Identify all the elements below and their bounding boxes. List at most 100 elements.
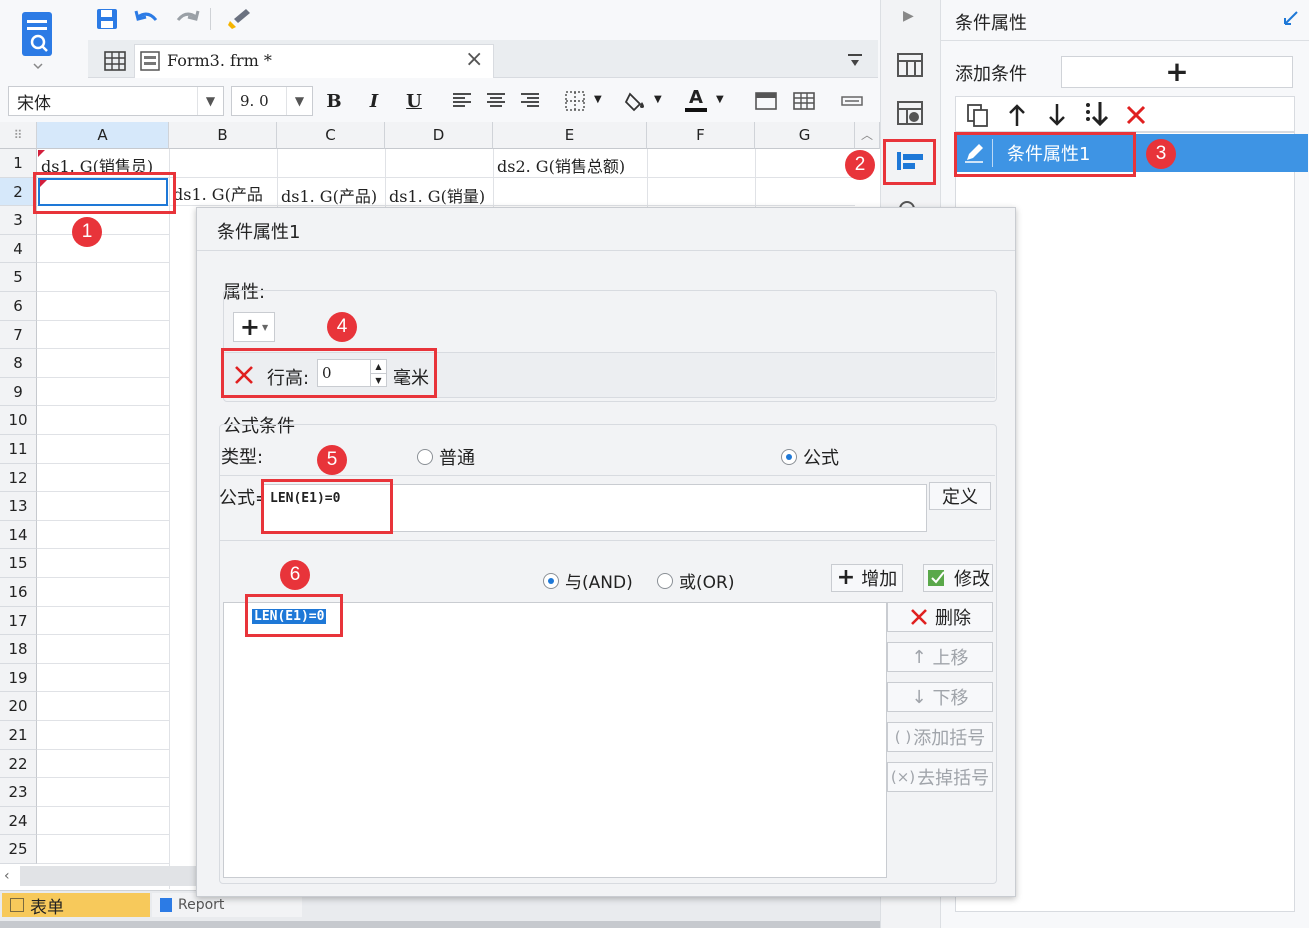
or-radio[interactable]: 或(OR): [657, 568, 734, 593]
row-header[interactable]: 12: [0, 463, 37, 493]
row-header[interactable]: 25: [0, 835, 37, 864]
grid-view-icon[interactable]: [100, 46, 130, 76]
column-header-g[interactable]: G: [755, 122, 855, 149]
font-color-button[interactable]: A: [682, 88, 710, 114]
and-radio[interactable]: 与(AND): [543, 568, 633, 593]
move-down-icon[interactable]: [1047, 102, 1067, 132]
grid-line: [37, 634, 169, 636]
column-header-d[interactable]: D: [385, 122, 493, 149]
cell-b2[interactable]: ds1. G(产品: [173, 181, 263, 205]
column-header-f[interactable]: F: [647, 122, 755, 149]
scroll-up-icon[interactable]: ︿: [855, 122, 880, 149]
row-header[interactable]: 8: [0, 349, 37, 378]
undo-icon[interactable]: [132, 4, 162, 34]
move-up-icon[interactable]: [1007, 102, 1027, 132]
chevron-down-icon[interactable]: ▼: [716, 94, 724, 105]
row-header[interactable]: 20: [0, 692, 37, 721]
row-header[interactable]: 17: [0, 606, 37, 636]
delete-icon[interactable]: [1125, 104, 1147, 130]
redo-icon[interactable]: [172, 4, 202, 34]
type-formula-radio[interactable]: 公式: [781, 444, 839, 470]
cell-e1[interactable]: ds2. G(销售总额): [497, 153, 625, 177]
border-icon[interactable]: [562, 88, 590, 114]
chevron-down-icon[interactable]: ▼: [654, 94, 662, 105]
move-up-button[interactable]: ↑ 上移: [887, 642, 993, 672]
delete-button[interactable]: 删除: [887, 602, 993, 632]
tab-menu-icon[interactable]: [840, 46, 870, 76]
column-header-e[interactable]: E: [493, 122, 647, 149]
grid-line: [37, 434, 169, 435]
grid-line: [37, 577, 169, 578]
bold-button[interactable]: B: [320, 88, 348, 114]
format-painter-icon[interactable]: [224, 4, 254, 34]
row-header[interactable]: 5: [0, 263, 37, 292]
chevron-down-icon[interactable]: ▼: [197, 87, 223, 115]
condition-list-box[interactable]: LEN(E1)=0: [223, 602, 887, 878]
row-header[interactable]: 4: [0, 234, 37, 264]
chevron-down-icon[interactable]: ▼: [286, 87, 312, 115]
tab-form3[interactable]: Form3. frm * ×: [134, 44, 494, 78]
chevron-down-icon[interactable]: ▼: [594, 94, 602, 105]
row-header[interactable]: 7: [0, 320, 37, 350]
type-normal-radio[interactable]: 普通: [417, 444, 475, 470]
merge-cells-icon[interactable]: [752, 88, 780, 114]
remove-bracket-button[interactable]: (×) 去掉括号: [887, 762, 993, 792]
row-header[interactable]: 16: [0, 578, 37, 607]
save-icon[interactable]: [92, 4, 122, 34]
move-bottom-icon[interactable]: [1083, 100, 1111, 134]
modify-button[interactable]: 修改: [923, 564, 993, 592]
cell-c2[interactable]: ds1. G(产品): [281, 183, 377, 207]
cell-attribute-icon[interactable]: [895, 98, 925, 132]
column-header-c[interactable]: C: [277, 122, 385, 149]
add-condition-button[interactable]: +: [1061, 56, 1293, 88]
font-family-select[interactable]: 宋体 ▼: [8, 86, 224, 116]
more-format-icon[interactable]: [838, 88, 866, 114]
row-header[interactable]: 2: [0, 177, 37, 207]
panel-pin-icon[interactable]: [1281, 8, 1301, 32]
row-header[interactable]: 9: [0, 377, 37, 407]
app-logo-icon[interactable]: [18, 10, 58, 70]
row-header[interactable]: 6: [0, 292, 37, 321]
italic-button[interactable]: I: [360, 88, 388, 114]
align-right-icon[interactable]: [516, 88, 544, 114]
row-header[interactable]: 18: [0, 635, 37, 664]
row-header[interactable]: 14: [0, 520, 37, 550]
fill-color-icon[interactable]: [622, 88, 650, 114]
row-header[interactable]: 21: [0, 721, 37, 750]
row-header[interactable]: 22: [0, 749, 37, 779]
add-bracket-button[interactable]: ( ) 添加括号: [887, 722, 993, 752]
row-header[interactable]: 3: [0, 206, 37, 235]
collapse-arrow-icon[interactable]: ▶: [903, 8, 914, 24]
add-property-button[interactable]: + ▼: [233, 312, 275, 342]
font-size-select[interactable]: 9. 0 ▼: [231, 86, 313, 116]
row-header[interactable]: 23: [0, 778, 37, 807]
align-left-icon[interactable]: [448, 88, 476, 114]
radio-selected-icon: [543, 572, 559, 589]
copy-icon[interactable]: [965, 102, 991, 132]
grid-line: [647, 149, 648, 209]
row-header[interactable]: 24: [0, 806, 37, 836]
top-toolbar-area: Form3. frm * × 宋体 ▼ 9. 0 ▼ B I U ▼ ▼ A ▼: [0, 0, 880, 122]
sheet-tab-form[interactable]: 表单: [2, 893, 150, 918]
horizontal-scrollbar[interactable]: [20, 866, 196, 886]
row-header[interactable]: 15: [0, 549, 37, 578]
cell-element-icon[interactable]: [895, 50, 925, 84]
row-header[interactable]: 11: [0, 435, 37, 464]
align-center-icon[interactable]: [482, 88, 510, 114]
row-header[interactable]: 1: [0, 149, 37, 178]
column-header-a[interactable]: A: [37, 122, 169, 149]
column-header-b[interactable]: B: [169, 122, 277, 149]
split-cells-icon[interactable]: [790, 88, 818, 114]
annotation-badge-2: 2: [845, 150, 875, 180]
define-button[interactable]: 定义: [929, 482, 991, 510]
cell-d2[interactable]: ds1. G(销量): [389, 183, 485, 207]
row-header[interactable]: 10: [0, 406, 37, 435]
add-button[interactable]: + 增加: [831, 564, 903, 592]
row-header[interactable]: 19: [0, 663, 37, 693]
underline-button[interactable]: U: [400, 88, 428, 114]
row-header[interactable]: 13: [0, 492, 37, 521]
move-down-button[interactable]: ↓ 下移: [887, 682, 993, 712]
grid-corner[interactable]: ⠿: [0, 122, 37, 149]
tab-close-icon[interactable]: ×: [465, 47, 483, 72]
horizontal-scroll-left-icon[interactable]: ‹: [4, 868, 10, 884]
